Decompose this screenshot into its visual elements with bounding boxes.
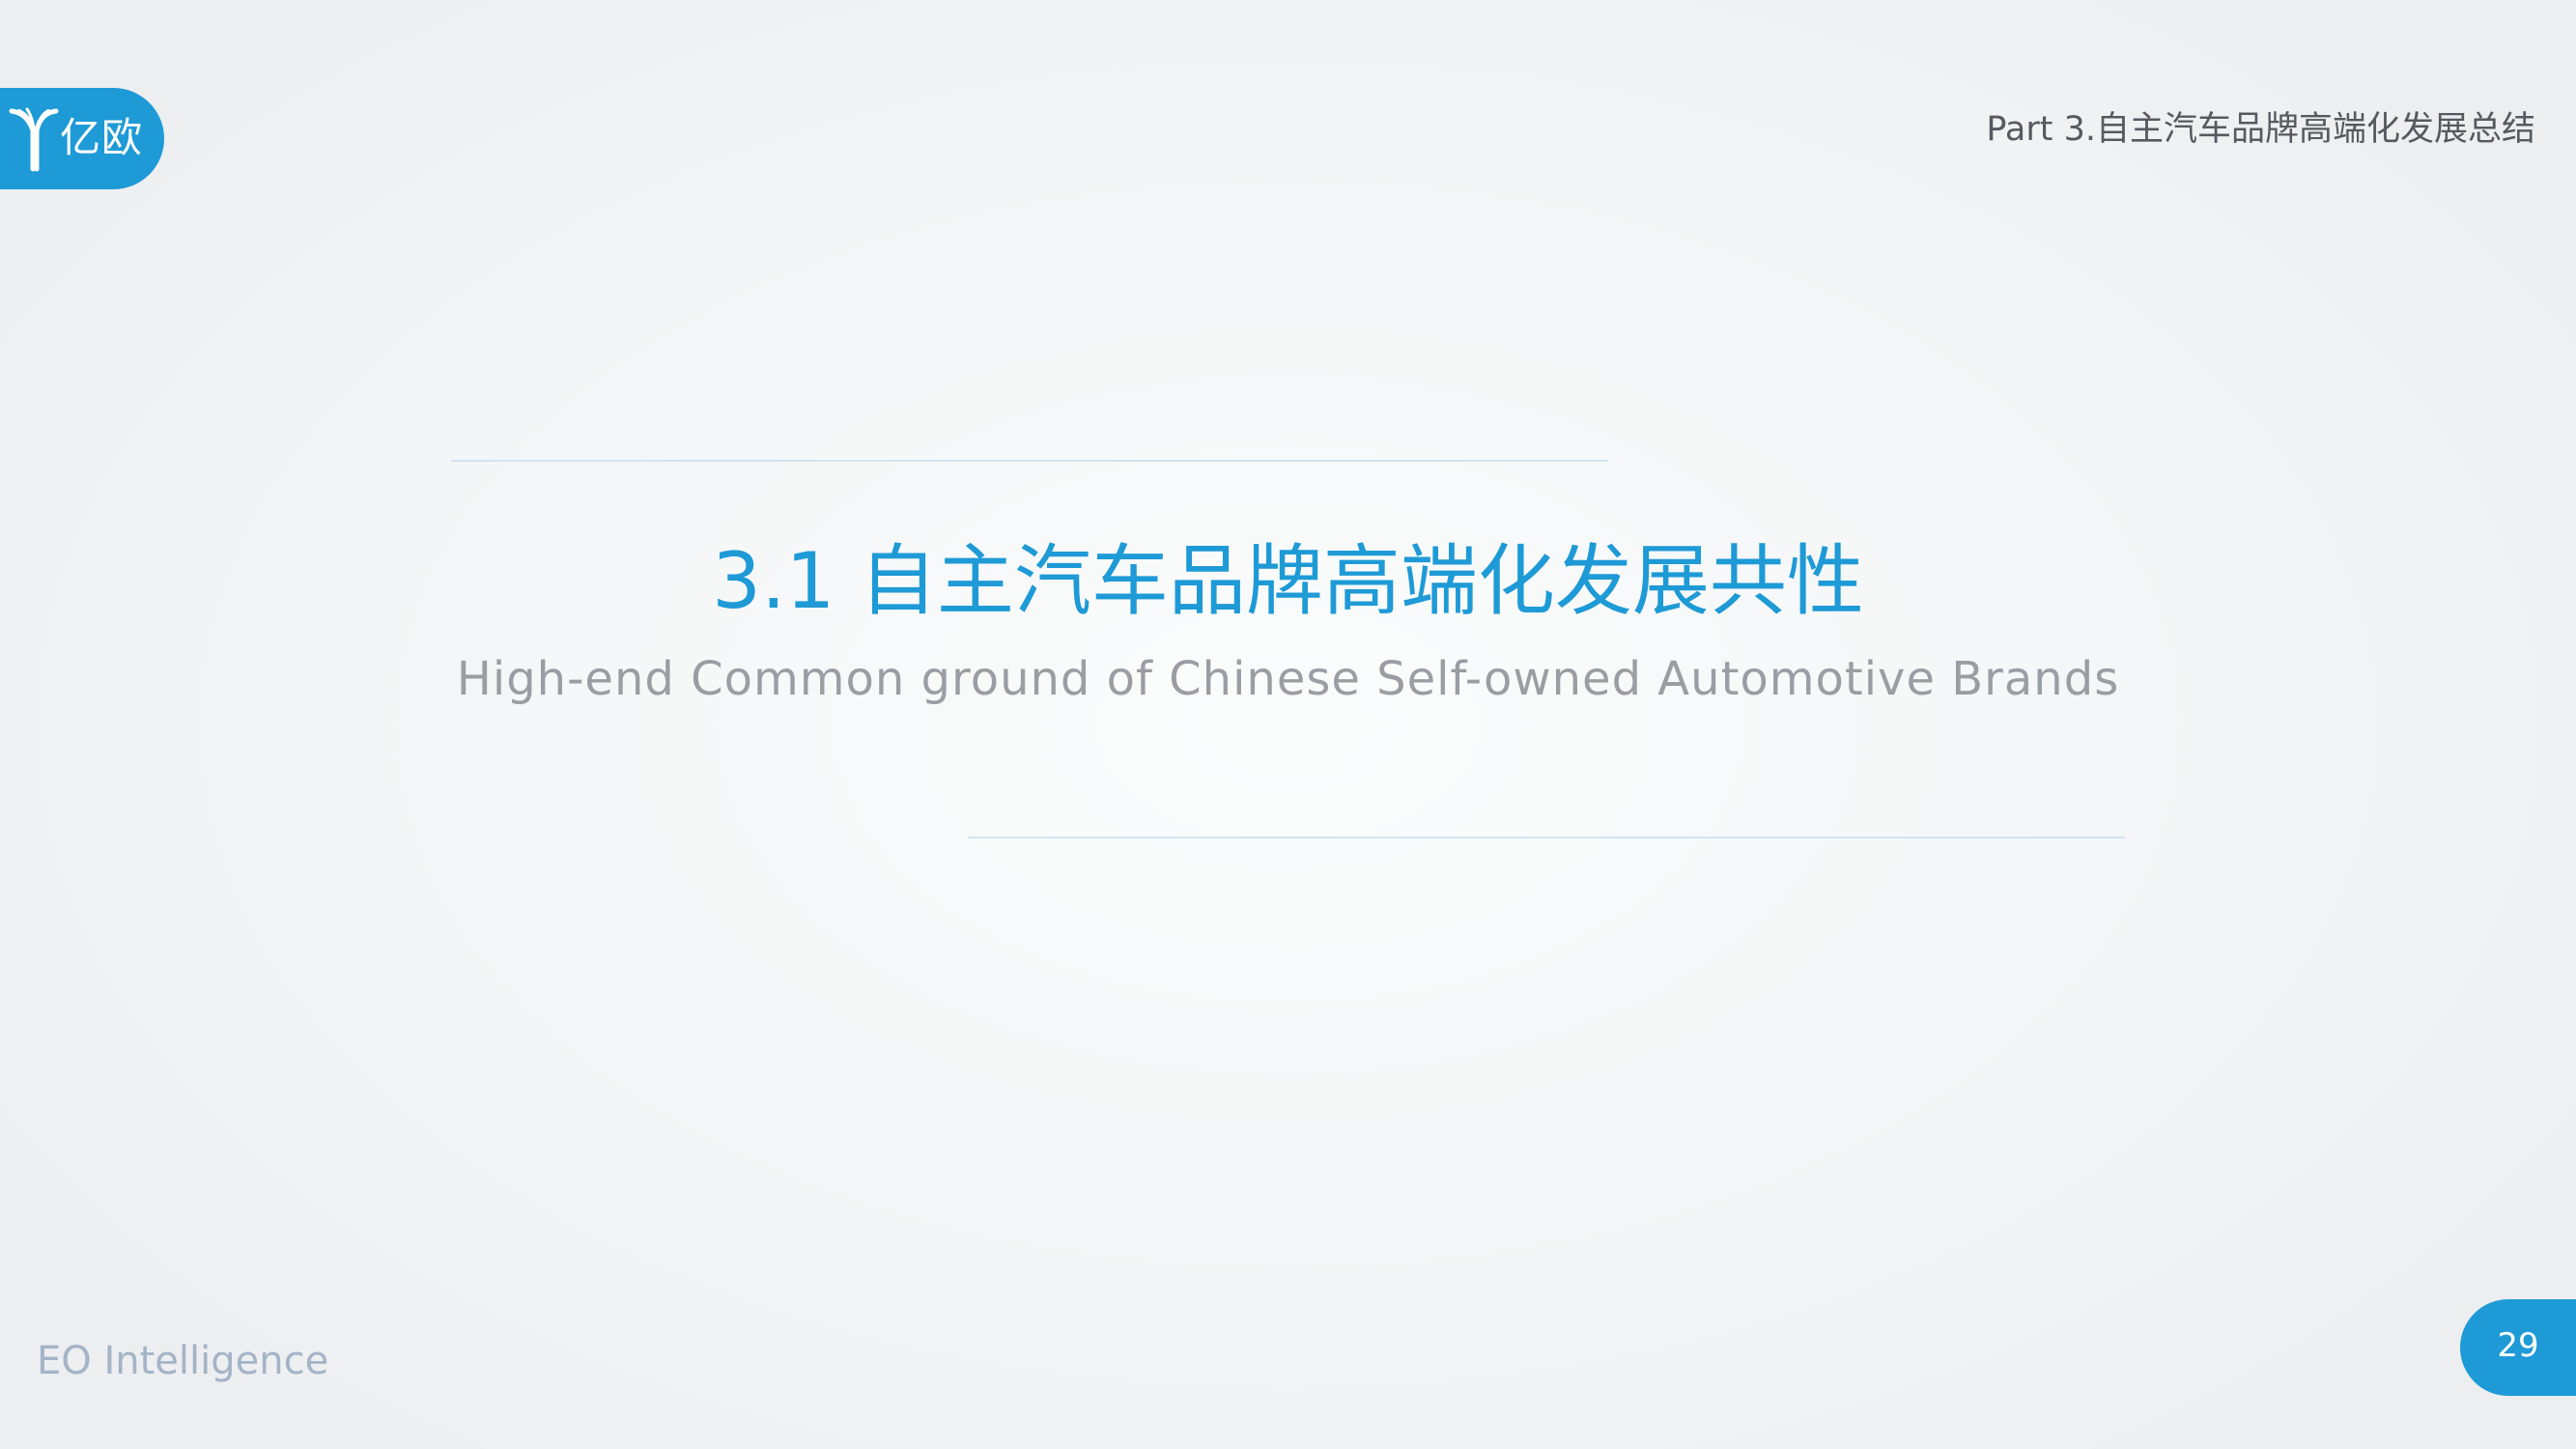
section-title: 3.1 自主汽车品牌高端化发展共性 bbox=[712, 536, 1864, 626]
eo-y-logo-icon bbox=[9, 107, 59, 172]
section-subtitle: High-end Common ground of Chinese Self-o… bbox=[456, 652, 2120, 706]
bottom-divider bbox=[968, 837, 2125, 838]
logo-text: 亿欧 bbox=[60, 114, 144, 161]
page-number-badge: 29 bbox=[2460, 1299, 2576, 1396]
part-header: Part 3.自主汽车品牌高端化发展总结 bbox=[1986, 110, 2535, 149]
page-number: 29 bbox=[2497, 1326, 2539, 1365]
top-divider bbox=[451, 460, 1608, 462]
logo-badge: 亿欧 bbox=[0, 88, 164, 189]
footer-brand: EO Intelligence bbox=[37, 1339, 329, 1383]
